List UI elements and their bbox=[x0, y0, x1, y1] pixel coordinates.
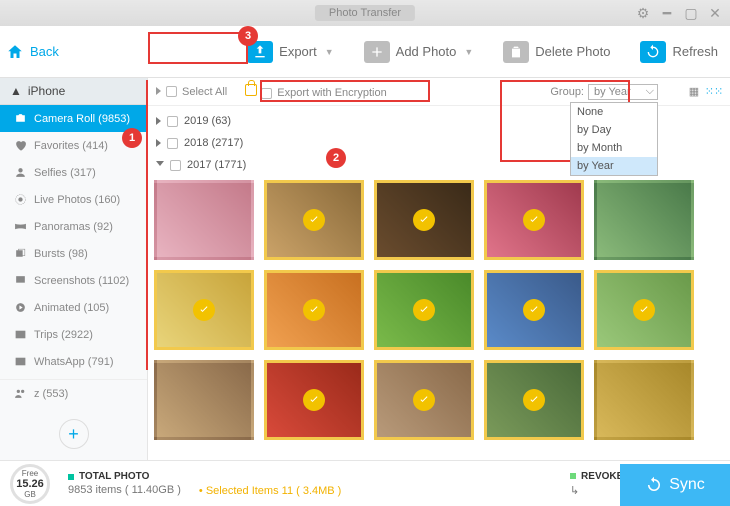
bottombar: Free 15.26 GB TOTAL PHOTO 9853 items ( 1… bbox=[0, 460, 730, 506]
main: ▲ iPhone Camera Roll (9853) Favorites (4… bbox=[0, 78, 730, 460]
sidebar-item-favorites[interactable]: Favorites (414) bbox=[0, 132, 147, 159]
sidebar-item-bursts[interactable]: Bursts (98) bbox=[0, 240, 147, 267]
options-row: Select All Export with Encryption Group:… bbox=[148, 78, 730, 106]
photo-thumb[interactable] bbox=[154, 270, 254, 350]
photo-thumb[interactable] bbox=[264, 270, 364, 350]
annotation-line bbox=[146, 80, 148, 370]
photo-thumb[interactable] bbox=[154, 360, 254, 440]
add-photo-icon bbox=[364, 41, 390, 63]
selected-stat: • Selected Items 11 ( 3.4MB ) bbox=[199, 471, 341, 497]
sidebar-item-selfies[interactable]: Selfies (317) bbox=[0, 159, 147, 186]
delete-photo-icon bbox=[503, 41, 529, 63]
panorama-icon bbox=[14, 220, 27, 233]
total-photo-stat: TOTAL PHOTO 9853 items ( 11.40GB ) bbox=[68, 471, 181, 496]
sidebar-item-trips[interactable]: Trips (2922) bbox=[0, 321, 147, 348]
check-icon bbox=[413, 209, 435, 231]
sidebar-item-livephotos[interactable]: Live Photos (160) bbox=[0, 186, 147, 213]
gear-icon[interactable]: ⚙ bbox=[636, 6, 650, 20]
view-switch[interactable]: ▦ ⁙⁙ bbox=[686, 84, 722, 100]
free-space: Free 15.26 GB bbox=[10, 464, 50, 504]
export-icon bbox=[247, 41, 273, 63]
burst-icon bbox=[14, 247, 27, 260]
check-icon bbox=[523, 299, 545, 321]
add-photo-button[interactable]: Add Photo ▼ bbox=[358, 37, 480, 67]
list-view-icon[interactable]: ▦ bbox=[686, 84, 702, 100]
screenshot-icon bbox=[14, 274, 27, 287]
lock-icon bbox=[245, 84, 257, 96]
sidebar-item-screenshots[interactable]: Screenshots (1102) bbox=[0, 267, 147, 294]
sync-button[interactable]: Sync bbox=[620, 464, 730, 506]
heart-icon bbox=[14, 139, 27, 152]
group-option[interactable]: None bbox=[571, 103, 657, 121]
photo-thumb[interactable] bbox=[594, 180, 694, 260]
content: Select All Export with Encryption Group:… bbox=[148, 78, 730, 460]
photo-thumb[interactable] bbox=[484, 360, 584, 440]
device-icon: ▲ bbox=[10, 84, 22, 98]
photo-thumb[interactable] bbox=[484, 180, 584, 260]
back-button[interactable]: Back bbox=[6, 43, 59, 61]
minimize-icon[interactable]: ━ bbox=[660, 6, 674, 20]
check-icon bbox=[303, 209, 325, 231]
home-icon bbox=[6, 43, 24, 61]
sidebar: ▲ iPhone Camera Roll (9853) Favorites (4… bbox=[0, 78, 148, 460]
photo-thumb[interactable] bbox=[264, 360, 364, 440]
sync-icon bbox=[645, 476, 663, 494]
check-icon bbox=[413, 389, 435, 411]
sidebar-item-animated[interactable]: Animated (105) bbox=[0, 294, 147, 321]
check-icon bbox=[193, 299, 215, 321]
group-dropdown-menu[interactable]: None by Day by Month by Year bbox=[570, 102, 658, 176]
photo-thumb[interactable] bbox=[264, 180, 364, 260]
sidebar-item-camera-roll[interactable]: Camera Roll (9853) bbox=[0, 105, 147, 132]
photo-grid bbox=[148, 180, 730, 456]
photo-thumb[interactable] bbox=[374, 180, 474, 260]
check-icon bbox=[413, 299, 435, 321]
group-option[interactable]: by Day bbox=[571, 121, 657, 139]
animated-icon bbox=[14, 301, 27, 314]
select-all-checkbox[interactable]: Select All bbox=[156, 86, 227, 98]
add-album-button[interactable]: + bbox=[59, 419, 89, 449]
check-icon bbox=[303, 299, 325, 321]
sidebar-item-z[interactable]: z (553) bbox=[0, 379, 147, 407]
close-icon[interactable]: ✕ bbox=[708, 6, 722, 20]
group-option[interactable]: by Month bbox=[571, 139, 657, 157]
delete-photo-button[interactable]: Delete Photo bbox=[497, 37, 616, 67]
group-dropdown[interactable]: by Year bbox=[588, 84, 658, 100]
back-label: Back bbox=[30, 44, 59, 59]
export-button[interactable]: Export ▼ bbox=[241, 37, 340, 67]
chevron-down-icon: ▼ bbox=[464, 47, 473, 57]
selfie-icon bbox=[14, 166, 27, 179]
trips-icon bbox=[14, 328, 27, 341]
group-select[interactable]: Group: by Year None by Day by Month by Y… bbox=[550, 84, 658, 100]
photo-thumb[interactable] bbox=[374, 360, 474, 440]
group-option[interactable]: by Year bbox=[571, 157, 657, 175]
maximize-icon[interactable]: ▢ bbox=[684, 6, 698, 20]
chevron-down-icon: ▼ bbox=[325, 47, 334, 57]
photo-thumb[interactable] bbox=[484, 270, 584, 350]
window-title: Photo Transfer bbox=[315, 5, 415, 21]
check-icon bbox=[303, 389, 325, 411]
whatsapp-icon bbox=[14, 355, 27, 368]
export-encryption-toggle[interactable]: Export with Encryption bbox=[245, 84, 386, 99]
sidebar-item-whatsapp[interactable]: WhatsApp (791) bbox=[0, 348, 147, 375]
camera-icon bbox=[14, 112, 27, 125]
refresh-button[interactable]: Refresh bbox=[634, 37, 724, 67]
photo-thumb[interactable] bbox=[594, 360, 694, 440]
check-icon bbox=[633, 299, 655, 321]
photo-thumb[interactable] bbox=[154, 180, 254, 260]
live-icon bbox=[14, 193, 27, 206]
check-icon bbox=[523, 389, 545, 411]
topbar: Back Export ▼ Add Photo ▼ Delete Photo R… bbox=[0, 26, 730, 78]
titlebar: Photo Transfer ⚙ ━ ▢ ✕ bbox=[0, 0, 730, 26]
sidebar-item-panoramas[interactable]: Panoramas (92) bbox=[0, 213, 147, 240]
check-icon bbox=[523, 209, 545, 231]
sidebar-device[interactable]: ▲ iPhone bbox=[0, 78, 147, 105]
grid-view-icon[interactable]: ⁙⁙ bbox=[706, 84, 722, 100]
photo-thumb[interactable] bbox=[374, 270, 474, 350]
people-icon bbox=[14, 387, 27, 400]
photo-thumb[interactable] bbox=[594, 270, 694, 350]
refresh-icon bbox=[640, 41, 666, 63]
